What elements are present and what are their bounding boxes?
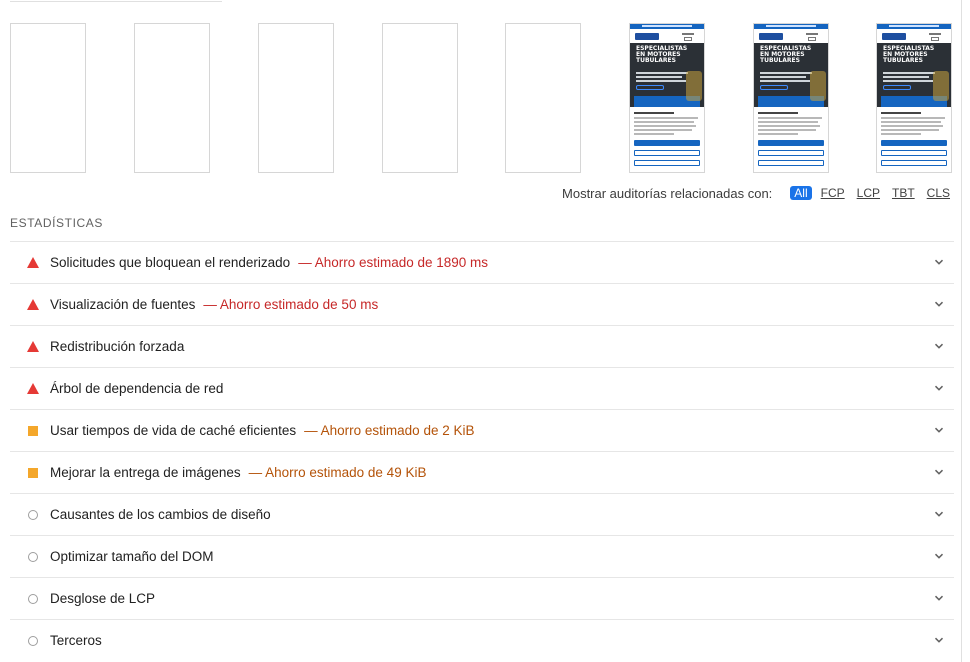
top-divider [10,0,222,2]
average-square-icon [24,464,42,482]
filmstrip-frame-blank [10,23,86,173]
audit-title: Árbol de dependencia de red [50,381,224,396]
filmstrip-frame-loaded: ESPECIALISTAS EN MOTORES TUBULARES [753,23,829,173]
audit-savings: — Ahorro estimado de 50 ms [203,297,379,312]
filter-chip-all[interactable]: All [790,186,812,200]
filter-label: Mostrar auditorías relacionadas con: [562,185,773,201]
info-circle-icon [24,548,42,566]
audit-title: Optimizar tamaño del DOM [50,549,214,564]
filmstrip-frame-blank [505,23,581,173]
audit-title: Mejorar la entrega de imágenes [50,465,241,480]
audit-row[interactable]: Optimizar tamaño del DOM [10,535,954,577]
audit-title: Visualización de fuentes [50,297,196,312]
audit-list: Solicitudes que bloquean el renderizado … [10,241,954,661]
filmstrip-frame-blank [258,23,334,173]
filmstrip: ESPECIALISTAS EN MOTORES TUBULARES ESPEC… [10,23,954,173]
audit-row[interactable]: Causantes de los cambios de diseño [10,493,954,535]
average-square-icon [24,422,42,440]
chevron-down-icon[interactable] [934,425,944,435]
chevron-down-icon[interactable] [934,341,944,351]
info-circle-icon [24,590,42,608]
audit-row[interactable]: Terceros [10,619,954,661]
audit-title: Terceros [50,633,102,648]
audit-row[interactable]: Usar tiempos de vida de caché eficientes… [10,409,954,451]
site-logo-icon [635,33,659,40]
audit-filter-bar: Mostrar auditorías relacionadas con: All… [562,185,953,201]
audit-savings: — Ahorro estimado de 2 KiB [304,423,475,438]
section-title: ESTADÍSTICAS [10,216,103,230]
chevron-down-icon[interactable] [934,593,944,603]
chevron-down-icon[interactable] [934,551,944,561]
filter-chip-cls[interactable]: CLS [924,186,953,200]
chevron-down-icon[interactable] [934,509,944,519]
audit-row[interactable]: Mejorar la entrega de imágenes — Ahorro … [10,451,954,493]
audit-row[interactable]: Árbol de dependencia de red [10,367,954,409]
filter-chip-tbt[interactable]: TBT [889,186,918,200]
info-circle-icon [24,632,42,650]
audit-title: Causantes de los cambios de diseño [50,507,271,522]
site-logo-icon [759,33,783,40]
filmstrip-frame-blank [382,23,458,173]
chevron-down-icon[interactable] [934,257,944,267]
thumb-hero-title: ESPECIALISTAS EN MOTORES TUBULARES [636,45,688,64]
audit-row[interactable]: Desglose de LCP [10,577,954,619]
audit-savings: — Ahorro estimado de 49 KiB [248,465,427,480]
info-circle-icon [24,506,42,524]
filmstrip-frame-loaded: ESPECIALISTAS EN MOTORES TUBULARES [629,23,705,173]
audit-title: Usar tiempos de vida de caché eficientes [50,423,297,438]
filter-chip-fcp[interactable]: FCP [818,186,848,200]
audit-row[interactable]: Visualización de fuentes — Ahorro estima… [10,283,954,325]
filmstrip-frame-blank [134,23,210,173]
chevron-down-icon[interactable] [934,383,944,393]
thumb-hero-title: ESPECIALISTAS EN MOTORES TUBULARES [883,45,935,64]
chevron-down-icon[interactable] [934,299,944,309]
chevron-down-icon[interactable] [934,635,944,645]
fail-triangle-icon [24,296,42,314]
audit-title: Desglose de LCP [50,591,156,606]
thumb-hero-title: ESPECIALISTAS EN MOTORES TUBULARES [760,45,812,64]
site-logo-icon [882,33,906,40]
fail-triangle-icon [24,380,42,398]
audit-title: Solicitudes que bloquean el renderizado [50,255,291,270]
fail-triangle-icon [24,254,42,272]
audit-savings: — Ahorro estimado de 1890 ms [298,255,489,270]
filmstrip-frame-loaded: ESPECIALISTAS EN MOTORES TUBULARES [876,23,952,173]
filter-chip-lcp[interactable]: LCP [854,186,883,200]
audit-row[interactable]: Redistribución forzada [10,325,954,367]
chevron-down-icon[interactable] [934,467,944,477]
audit-row[interactable]: Solicitudes que bloquean el renderizado … [10,241,954,283]
fail-triangle-icon [24,338,42,356]
audit-title: Redistribución forzada [50,339,185,354]
